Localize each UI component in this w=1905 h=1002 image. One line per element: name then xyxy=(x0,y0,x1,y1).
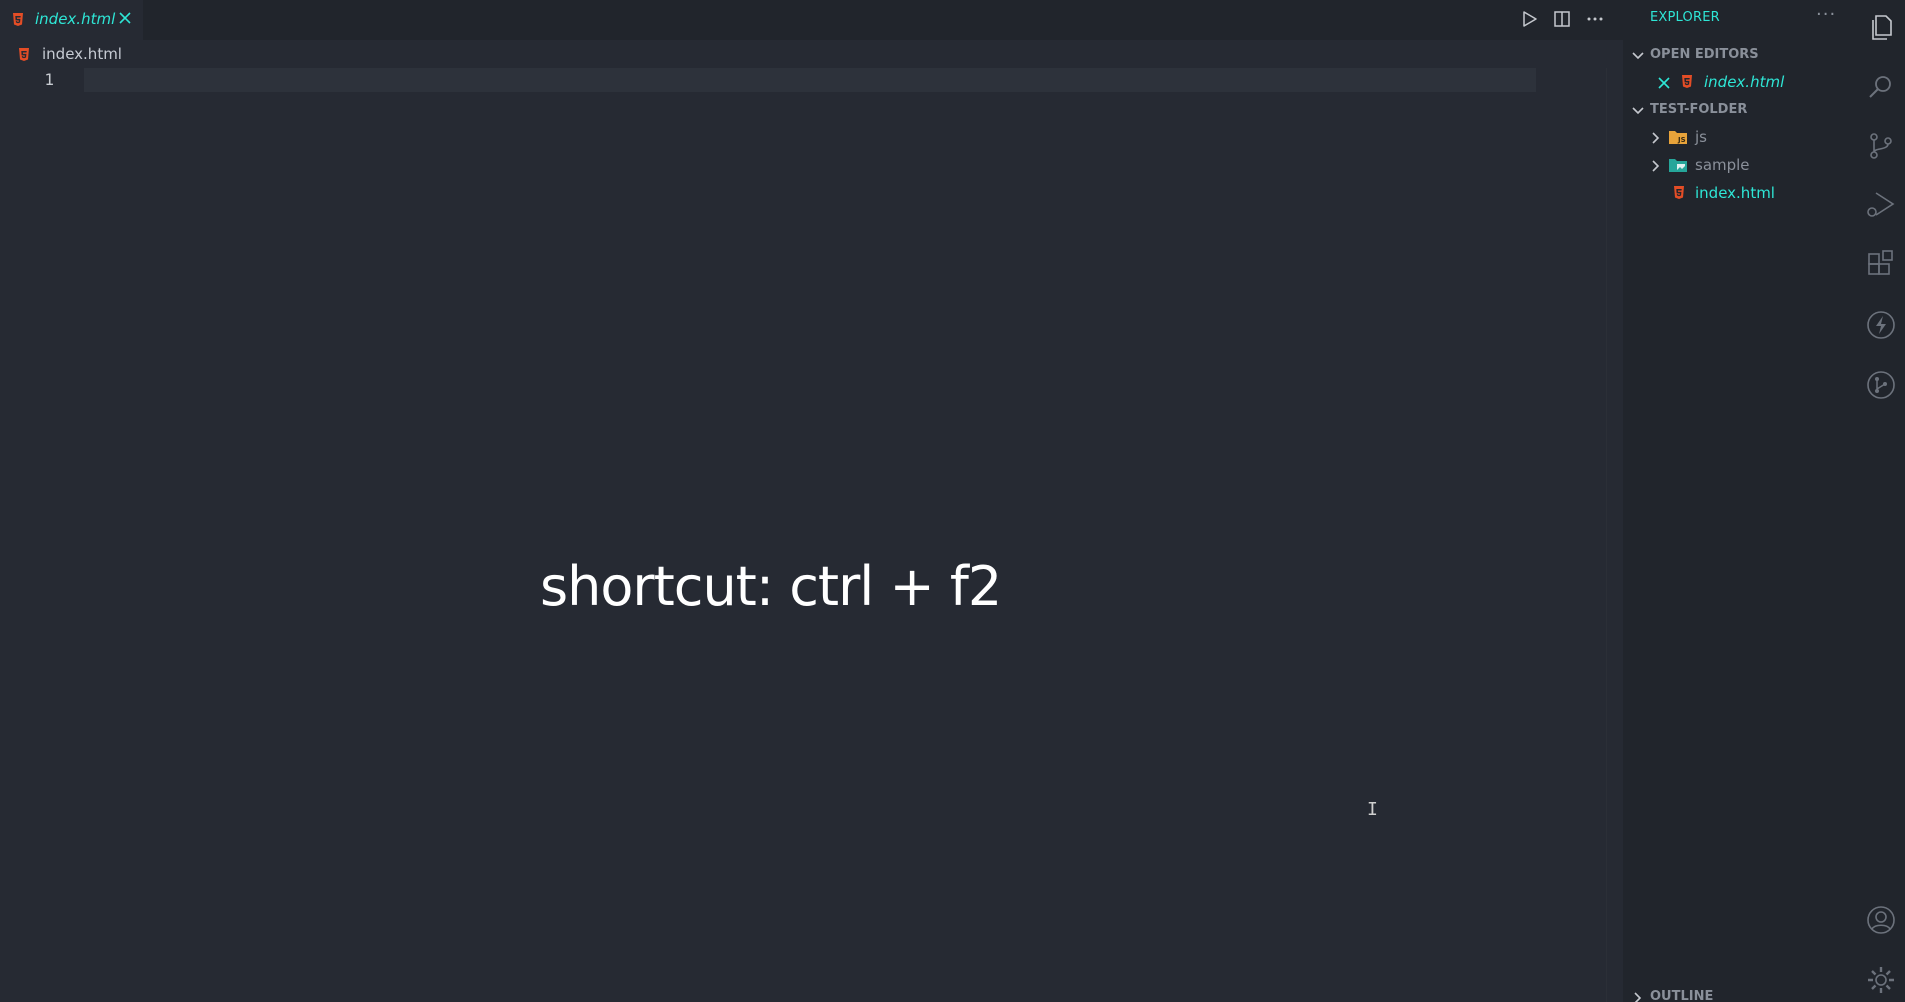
current-line-highlight xyxy=(84,68,1536,92)
vscode-window: index.html index.html 1 shortcut: ctrl +… xyxy=(0,0,1905,1002)
breadcrumb-file[interactable]: index.html xyxy=(42,45,122,63)
tree-item-label: js xyxy=(1695,128,1707,146)
close-icon[interactable] xyxy=(118,10,132,24)
chevron-right-icon xyxy=(1631,990,1645,1002)
extensions-icon[interactable] xyxy=(1866,250,1896,280)
chevron-down-icon xyxy=(1631,103,1645,122)
explorer-sidebar: EXPLORER ··· OPEN EDITORS index.html TES… xyxy=(1623,0,1856,1002)
tab-bar: index.html xyxy=(0,0,1623,40)
svg-text:JS: JS xyxy=(1677,136,1686,144)
section-label: OUTLINE xyxy=(1650,989,1714,1002)
split-editor-icon[interactable] xyxy=(1552,9,1572,29)
minimap-edge xyxy=(1606,68,1607,1002)
section-open-editors[interactable]: OPEN EDITORS xyxy=(1623,44,1856,66)
tree-item-sample[interactable]: sample xyxy=(1623,152,1856,178)
tab-index-html[interactable]: index.html xyxy=(0,0,143,40)
chevron-down-icon xyxy=(1631,48,1645,67)
chevron-right-icon xyxy=(1649,158,1663,177)
more-actions-icon[interactable] xyxy=(1585,9,1605,29)
explorer-title: EXPLORER xyxy=(1650,10,1720,25)
more-actions-icon[interactable]: ··· xyxy=(1816,4,1836,25)
editor-group: index.html index.html 1 shortcut: ctrl +… xyxy=(0,0,1623,1002)
html5-icon xyxy=(18,47,30,66)
tree-item-index-html[interactable]: index.html xyxy=(1623,180,1856,206)
section-label: TEST-FOLDER xyxy=(1650,102,1748,117)
account-icon[interactable] xyxy=(1866,905,1896,935)
lightning-icon[interactable] xyxy=(1866,310,1896,340)
text-cursor-icon: Ι xyxy=(1367,799,1378,820)
run-icon[interactable] xyxy=(1519,9,1539,29)
close-icon[interactable] xyxy=(1657,75,1671,94)
js-folder-icon: JS xyxy=(1669,129,1687,148)
breadcrumb[interactable]: index.html xyxy=(0,42,1623,66)
chevron-right-icon xyxy=(1649,130,1663,149)
open-editor-label: index.html xyxy=(1704,73,1785,91)
explorer-icon[interactable] xyxy=(1866,12,1896,42)
section-test-folder[interactable]: TEST-FOLDER xyxy=(1623,99,1856,121)
settings-gear-icon[interactable] xyxy=(1866,965,1896,995)
tree-item-label: index.html xyxy=(1695,184,1775,202)
html5-icon xyxy=(12,12,24,31)
image-folder-icon xyxy=(1669,157,1687,176)
tab-label: index.html xyxy=(35,10,116,28)
source-control-icon[interactable] xyxy=(1866,131,1896,161)
tree-item-js[interactable]: JS js xyxy=(1623,124,1856,150)
section-outline[interactable]: OUTLINE xyxy=(1623,986,1856,1002)
shortcut-overlay: shortcut: ctrl + f2 xyxy=(540,555,1002,618)
section-label: OPEN EDITORS xyxy=(1650,47,1759,62)
activity-bar xyxy=(1856,0,1905,1002)
open-editor-item[interactable]: index.html xyxy=(1623,69,1856,95)
line-number: 1 xyxy=(44,70,54,89)
html5-icon xyxy=(1673,185,1685,204)
run-debug-icon[interactable] xyxy=(1866,190,1896,220)
tree-item-label: sample xyxy=(1695,156,1750,174)
html5-icon xyxy=(1681,74,1693,93)
git-graph-icon[interactable] xyxy=(1866,370,1896,400)
search-icon[interactable] xyxy=(1866,72,1896,102)
